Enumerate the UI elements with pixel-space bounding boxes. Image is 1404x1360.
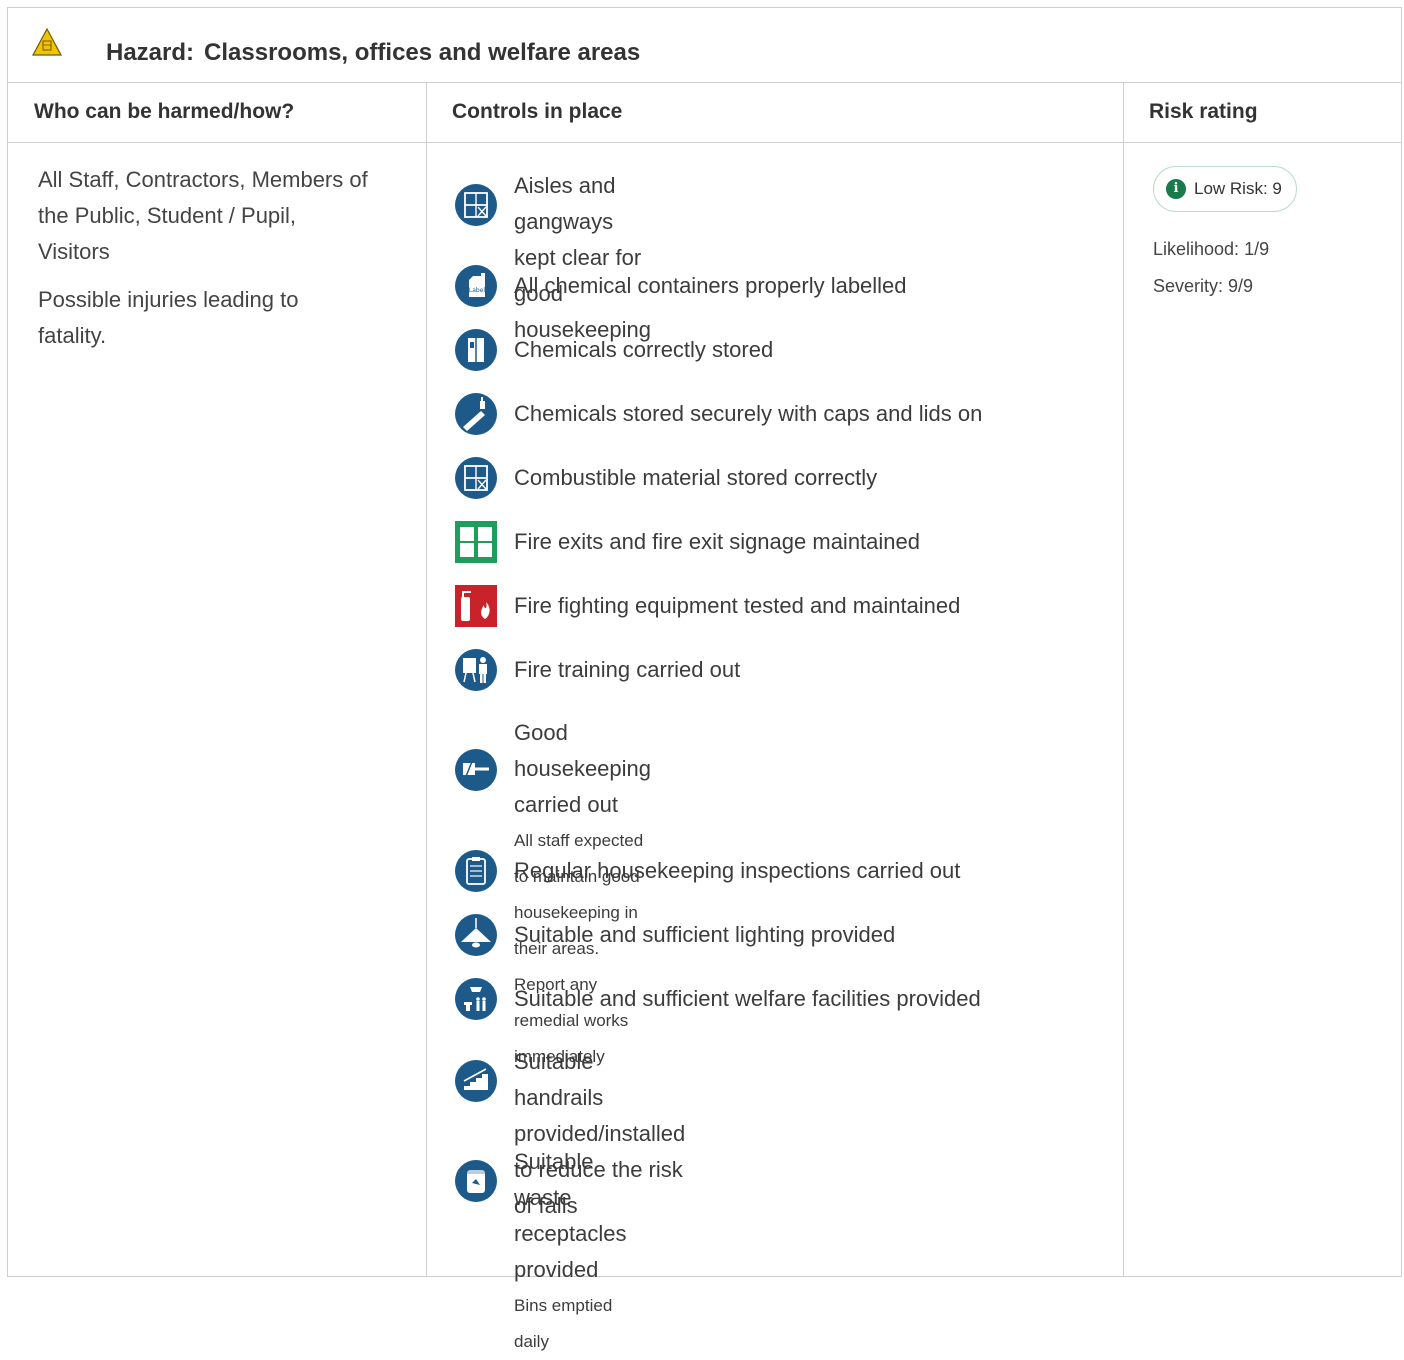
column-header-risk: Risk rating: [1149, 100, 1258, 123]
training-presentation-icon: [455, 649, 497, 691]
control-item: Suitable and sufficient welfare faciliti…: [455, 978, 981, 1020]
hazard-title: Hazard: Classrooms, offices and welfare a…: [106, 38, 640, 68]
control-item: Regular housekeeping inspections carried…: [455, 850, 960, 892]
column-header-controls: Controls in place: [452, 100, 623, 123]
fire-exit-sign-icon: [455, 521, 497, 563]
stairs-handrail-icon: [455, 1060, 497, 1102]
severity-value: Severity: 9/9: [1153, 276, 1254, 296]
control-text: Fire training carried out: [514, 657, 741, 682]
storage-shelf-icon: [455, 184, 497, 226]
control-item: Chemicals correctly stored: [455, 329, 773, 371]
welfare-facilities-icon: [455, 978, 497, 1020]
control-text: Suitable and sufficient welfare faciliti…: [514, 986, 981, 1011]
control-text: Chemicals correctly stored: [514, 337, 774, 362]
who-can-be-harmed: All Staff, Contractors, Members of the P…: [38, 162, 368, 366]
control-item: Combustible material stored correctly: [455, 457, 877, 499]
likelihood-value: Likelihood: 1/9: [1153, 239, 1270, 259]
control-item: Label All chemical containers properly l…: [455, 265, 907, 307]
control-item: Fire training carried out: [455, 649, 740, 691]
hazard-name: Classrooms, offices and welfare areas: [204, 39, 641, 66]
column-header-row: Who can be harmed/how? Controls in place…: [8, 82, 1401, 143]
control-item: Suitable and sufficient lighting provide…: [455, 914, 895, 956]
chemical-cabinet-icon: [455, 329, 497, 371]
possible-injuries: Possible injuries leading to fatality.: [38, 287, 299, 348]
control-text: Fire exits and fire exit signage maintai…: [514, 529, 920, 554]
risk-badge[interactable]: i Low Risk: 9: [1153, 166, 1297, 212]
control-note: Bins emptied daily: [514, 1296, 613, 1351]
fire-extinguisher-sign-icon: [455, 585, 497, 627]
column-divider: [1123, 82, 1124, 1276]
svg-text:Label: Label: [469, 287, 486, 294]
hazard-header: Hazard: Classrooms, offices and welfare a…: [8, 8, 1401, 83]
risk-level: Low Risk: 9: [1194, 179, 1282, 198]
control-item: Fire exits and fire exit signage maintai…: [455, 521, 920, 563]
column-divider: [426, 82, 427, 1276]
control-text: Combustible material stored correctly: [514, 465, 878, 490]
control-text: Aisles and gangways kept clear for good …: [514, 173, 652, 342]
labelled-container-icon: Label: [455, 265, 497, 307]
people-at-risk: All Staff, Contractors, Members of the P…: [38, 167, 368, 264]
cleaning-icon: [455, 749, 497, 791]
control-text: Fire fighting equipment tested and maint…: [514, 593, 961, 618]
control-text: Suitable waste receptacles provided Bins…: [514, 1144, 627, 1360]
control-text: Good housekeeping carried out All staff …: [514, 715, 651, 1075]
info-icon: i: [1166, 179, 1186, 199]
clipboard-checklist-icon: [455, 850, 497, 892]
chemical-bottle-icon: [455, 393, 497, 435]
column-header-who: Who can be harmed/how?: [34, 100, 295, 123]
control-text: All chemical containers properly labelle…: [514, 273, 907, 298]
control-title: Suitable waste receptacles provided: [514, 1149, 627, 1282]
control-title: Good housekeeping carried out: [514, 720, 652, 817]
waste-bin-icon: [455, 1160, 497, 1202]
control-item: Chemicals stored securely with caps and …: [455, 393, 982, 435]
warning-triangle-icon: [32, 28, 62, 56]
hazard-prefix: Hazard:: [106, 39, 195, 66]
ceiling-lamp-icon: [455, 914, 497, 956]
control-text: Regular housekeeping inspections carried…: [514, 858, 961, 883]
control-text: Chemicals stored securely with caps and …: [514, 401, 983, 426]
control-item: Fire fighting equipment tested and maint…: [455, 585, 960, 627]
storage-shelf-icon: [455, 457, 497, 499]
control-text: Suitable and sufficient lighting provide…: [514, 922, 896, 947]
